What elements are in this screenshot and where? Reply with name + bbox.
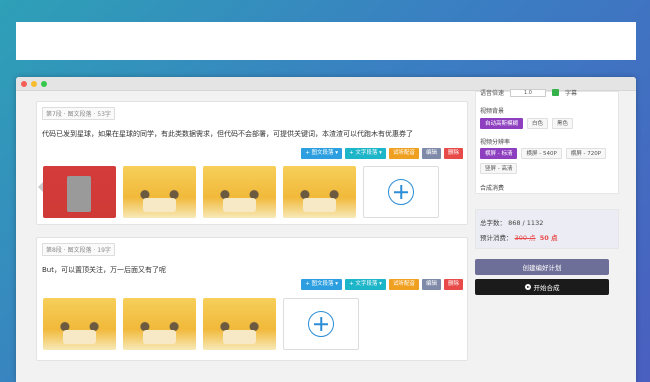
resolution-label: 视频分辨率 (480, 139, 511, 146)
image-thumbnail[interactable] (123, 166, 196, 218)
cost-panel: 总字数： 868 / 1132 预计消费： 300 点 50 点 (475, 209, 619, 249)
image-thumbnail[interactable] (43, 298, 116, 350)
add-image-button[interactable] (283, 298, 359, 350)
speed-label: 语音倍速 (480, 90, 505, 97)
estimate-prefix: 预计消费： (480, 234, 513, 242)
edit-button[interactable]: 编辑 (421, 148, 441, 159)
res-option-540p[interactable]: 横屏 - 540P (521, 148, 562, 159)
segment-tag: 第7段 · 图文段落 · 53字 (42, 107, 115, 120)
scroll-left-icon[interactable] (38, 182, 43, 192)
image-row (43, 298, 359, 350)
image-thumbnail[interactable] (43, 166, 116, 218)
preview-voice-button[interactable]: 试听配音 (388, 148, 419, 159)
edit-button[interactable]: 编辑 (421, 279, 441, 290)
add-text-paragraph-button[interactable]: + 文字段落 ▾ (345, 279, 386, 290)
speed-row: 语音倍速 1.0 字幕 (480, 88, 577, 97)
start-compose-label: 开始合成 (533, 284, 560, 292)
bg-option-black[interactable]: 黑色 (552, 118, 574, 129)
segment-text[interactable]: But，可以置顶关注，万一后面又有了呢 (42, 265, 166, 275)
bg-options: 自动高斯模糊 白色 黑色 (480, 118, 574, 129)
resolution-options: 横屏 - 标清 横屏 - 540P 横屏 - 720P (480, 148, 607, 159)
bg-option-white[interactable]: 白色 (527, 118, 549, 129)
image-row (43, 166, 439, 218)
image-thumbnail[interactable] (203, 166, 276, 218)
add-text-paragraph-button[interactable]: + 文字段落 ▾ (345, 148, 386, 159)
start-compose-button[interactable]: 开始合成 (475, 279, 609, 295)
segment-actions: + 图文段落 ▾ + 文字段落 ▾ 试听配音 编辑 删除 (301, 148, 463, 159)
top-banner (16, 22, 636, 60)
minimize-dot-icon[interactable] (31, 80, 37, 87)
image-thumbnail[interactable] (283, 166, 356, 218)
add-image-paragraph-button[interactable]: + 图文段落 ▾ (301, 279, 343, 290)
total-words: 总字数： 868 / 1132 (480, 219, 544, 227)
create-plan-label: 创建编好计划 (522, 264, 562, 272)
preview-voice-button[interactable]: 试听配音 (388, 279, 419, 290)
maximize-dot-icon[interactable] (41, 80, 47, 87)
segment-card: 第8段 · 图文段落 · 19字 But，可以置顶关注，万一后面又有了呢 + 图… (36, 237, 468, 361)
res-option-sd[interactable]: 横屏 - 标清 (480, 148, 518, 159)
create-plan-button[interactable]: 创建编好计划 (475, 259, 609, 275)
app-window: 第7段 · 图文段落 · 53字 代码已发到星球，如果在星球的同学，有此类数据需… (16, 77, 636, 382)
image-thumbnail[interactable] (123, 298, 196, 350)
final-cost: 50 点 (539, 234, 558, 242)
subtitle-label: 字幕 (565, 90, 578, 97)
res-option-vertical-hd[interactable]: 竖屏 - 高清 (480, 163, 518, 174)
add-image-button[interactable] (363, 166, 439, 218)
video-settings-panel: 语音倍速 1.0 字幕 视频背景 自动高斯模糊 白色 黑色 视频分辨率 横屏 -… (475, 88, 619, 194)
bg-option-blur[interactable]: 自动高斯模糊 (480, 118, 524, 129)
bg-label: 视频背景 (480, 108, 505, 115)
plus-icon (308, 311, 334, 337)
plus-icon (388, 179, 414, 205)
delete-button[interactable]: 删除 (443, 279, 463, 290)
delete-button[interactable]: 删除 (443, 148, 463, 159)
image-thumbnail[interactable] (203, 298, 276, 350)
original-cost: 300 点 (514, 234, 536, 242)
estimated-cost: 预计消费： 300 点 50 点 (480, 232, 558, 242)
segment-actions: + 图文段落 ▾ + 文字段落 ▾ 试听配音 编辑 删除 (301, 279, 463, 290)
cost-label: 合成消费 (480, 185, 505, 192)
res-option-720p[interactable]: 横屏 - 720P (565, 148, 607, 159)
segment-tag: 第8段 · 图文段落 · 19字 (42, 243, 115, 256)
checkbox-icon[interactable] (552, 89, 560, 96)
add-image-paragraph-button[interactable]: + 图文段落 ▾ (301, 148, 343, 159)
resolution-options-row2: 竖屏 - 高清 (480, 163, 518, 174)
segment-text[interactable]: 代码已发到星球，如果在星球的同学，有此类数据需求，但代码不会部署，可提供关键词，… (42, 129, 413, 139)
play-icon (524, 284, 531, 290)
close-dot-icon[interactable] (21, 80, 27, 87)
segment-card: 第7段 · 图文段落 · 53字 代码已发到星球，如果在星球的同学，有此类数据需… (36, 101, 468, 225)
speed-input[interactable]: 1.0 (510, 88, 547, 97)
